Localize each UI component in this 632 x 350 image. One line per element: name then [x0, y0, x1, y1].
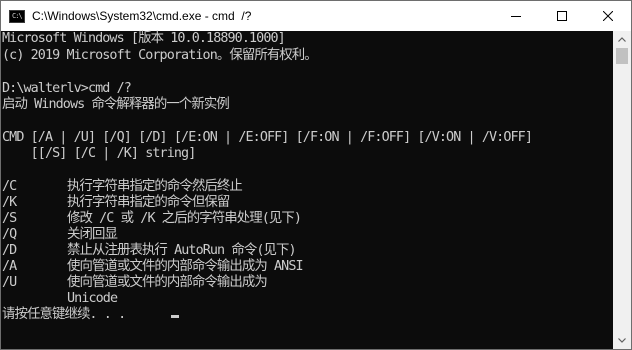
console-usage-line: [[/S] [/C | /K] string] — [2, 146, 197, 161]
cmd-app-icon[interactable]: C:\ — [9, 9, 25, 23]
option-description: 使向管道或文件的内部命令输出成为 ANSI — [67, 259, 304, 274]
text-cursor — [171, 315, 179, 318]
vertical-scrollbar[interactable] — [613, 31, 631, 349]
console-header-line: Microsoft Windows [版本 10.0.18890.1000] — [2, 31, 286, 46]
option-flag: /U — [2, 275, 17, 290]
option-flag: /A — [2, 259, 17, 274]
window-title: C:\Windows\System32\cmd.exe - cmd /? — [32, 9, 252, 23]
option-line: /A 使向管道或文件的内部命令输出成为 ANSI — [1, 259, 613, 275]
chevron-up-icon — [618, 37, 626, 42]
minimize-icon — [511, 16, 521, 17]
console-prompt-line: D:\walterlv>cmd /? — [2, 81, 132, 96]
option-line: Unicode — [1, 291, 613, 307]
option-flag: /C — [2, 179, 17, 194]
option-line: /K 执行字符串指定的命令但保留 — [1, 195, 613, 211]
console-header-line: (c) 2019 Microsoft Corporation。保留所有权利。 — [2, 48, 318, 63]
chevron-down-icon — [618, 338, 626, 343]
scroll-thumb[interactable] — [616, 48, 628, 64]
option-description: 关闭回显 — [67, 227, 118, 242]
maximize-icon — [557, 11, 567, 21]
option-line: /S 修改 /C 或 /K 之后的字符串处理(见下) — [1, 211, 613, 227]
title-bar[interactable]: C:\ C:\Windows\System32\cmd.exe - cmd /? — [1, 1, 631, 31]
option-line: /C 执行字符串指定的命令然后终止 — [1, 179, 613, 195]
option-description: Unicode — [67, 291, 118, 306]
option-description: 修改 /C 或 /K 之后的字符串处理(见下) — [67, 211, 302, 226]
console-description-line: 启动 Windows 命令解释器的一个新实例 — [2, 97, 230, 112]
option-line: /U 使向管道或文件的内部命令输出成为 — [1, 275, 613, 291]
cmd-window: C:\ C:\Windows\System32\cmd.exe - cmd /?… — [0, 0, 632, 350]
console-output[interactable]: Microsoft Windows [版本 10.0.18890.1000] (… — [1, 31, 613, 349]
cmd-app-icon-text: C:\ — [12, 11, 23, 20]
option-description: 禁止从注册表执行 AutoRun 命令(见下) — [67, 243, 297, 258]
option-flag: /K — [2, 195, 17, 210]
option-flag: /S — [2, 211, 17, 226]
scroll-up-button[interactable] — [613, 31, 631, 48]
maximize-button[interactable] — [539, 1, 585, 31]
pause-prompt-line: 请按任意键继续. . . — [2, 307, 126, 322]
option-description: 使向管道或文件的内部命令输出成为 — [67, 275, 268, 290]
option-line: /Q 关闭回显 — [1, 227, 613, 243]
option-description: 执行字符串指定的命令但保留 — [67, 195, 230, 210]
option-flag: /D — [2, 243, 17, 258]
option-description: 执行字符串指定的命令然后终止 — [67, 179, 243, 194]
option-flag: /Q — [2, 227, 17, 242]
minimize-button[interactable] — [493, 1, 539, 31]
option-line: /D 禁止从注册表执行 AutoRun 命令(见下) — [1, 243, 613, 259]
close-button[interactable] — [585, 1, 631, 31]
close-icon — [603, 11, 613, 21]
console-usage-line: CMD [/A | /U] [/Q] [/D] [/E:ON | /E:OFF]… — [2, 130, 533, 145]
scroll-down-button[interactable] — [613, 332, 631, 349]
